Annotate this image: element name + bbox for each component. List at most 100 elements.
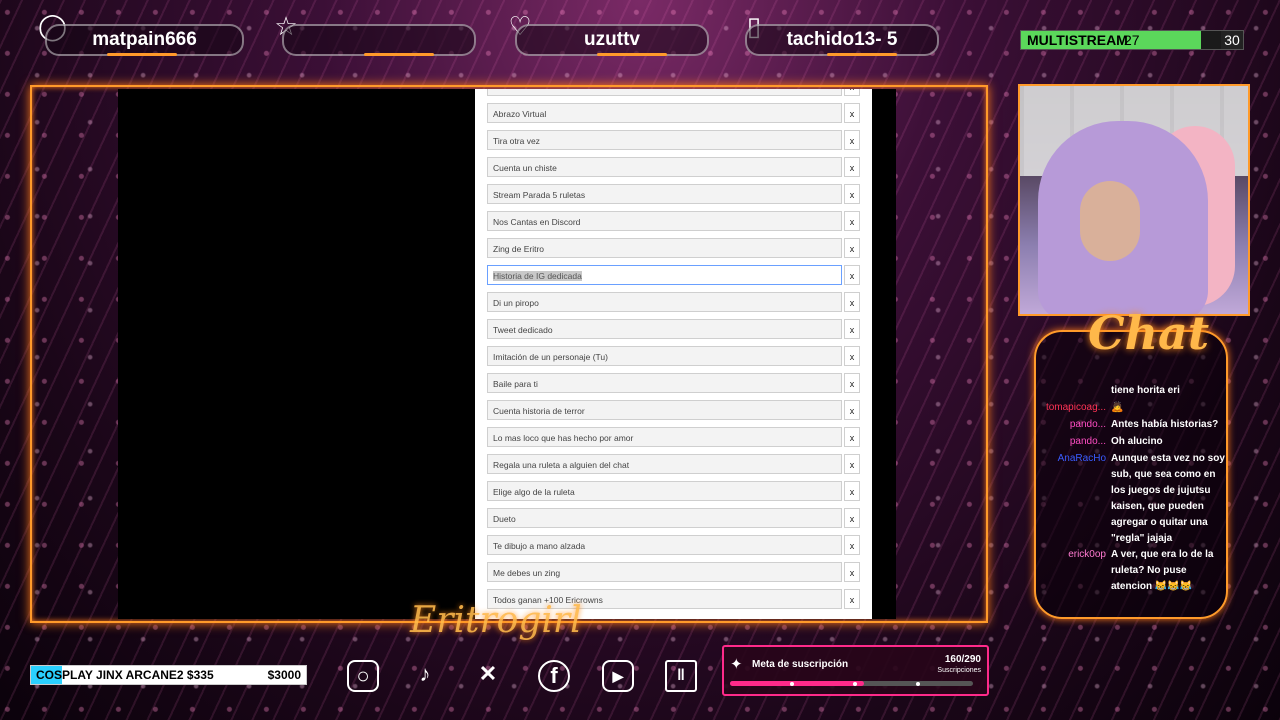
chat-text: Oh alucino (1111, 436, 1163, 447)
chat-username[interactable]: erick0op (1040, 547, 1106, 563)
remove-item-button[interactable]: x (844, 427, 860, 447)
remove-item-button[interactable]: x (844, 508, 860, 528)
roulette-item-field[interactable]: Dueto (487, 508, 842, 528)
roulette-item-field[interactable]: Baile para ti (487, 373, 842, 393)
roulette-item-text: Nos Cantas en Discord (493, 217, 581, 227)
sub-goal-marker (853, 682, 857, 686)
sub-goal-widget: ✦ Meta de suscripción 160/290 Suscripcio… (722, 645, 989, 696)
signature-logo: Eritrogirl (410, 600, 582, 641)
remove-item-button[interactable]: x (844, 319, 860, 339)
roulette-item-field[interactable]: Regala una ruleta a alguien del chat (487, 454, 842, 474)
remove-item-button[interactable]: x (844, 346, 860, 366)
remove-item-button[interactable]: x (844, 184, 860, 204)
donation-goal-target: $3000 (267, 668, 301, 682)
roulette-item-field[interactable]: Zing de Eritro (487, 238, 842, 258)
latest-follower-name: matpain666 (92, 29, 197, 50)
tiktok-icon: ♪ (419, 661, 431, 686)
roulette-item-text: Lo mas loco que has hecho por amor (493, 433, 634, 443)
roulette-item-field[interactable]: Tweet dedicado (487, 319, 842, 339)
remove-item-button[interactable]: x (844, 562, 860, 582)
remove-item-button[interactable]: x (844, 535, 860, 555)
chat-message: tiene horita eri (1040, 383, 1230, 399)
instagram-icon: ○ (347, 660, 379, 692)
roulette-item-field[interactable]: Cuenta historia de terror (487, 400, 842, 420)
remove-item-button[interactable]: x (844, 211, 860, 231)
roulette-item-text: Historia de IG dedicada (493, 271, 582, 281)
roulette-item-field[interactable]: Di un piropo (487, 292, 842, 312)
roulette-item-field[interactable]: Elige algo de la ruleta (487, 481, 842, 501)
roulette-item-row: Abrazo Virtual x (487, 103, 860, 123)
slot-accent (597, 53, 667, 56)
roulette-item-text: Stream Parada 5 ruletas (493, 190, 586, 200)
roulette-item-row: Baile para ti x (487, 373, 860, 393)
remove-item-button[interactable]: x (844, 89, 860, 96)
roulette-item-field[interactable] (487, 89, 842, 96)
roulette-item-field[interactable]: Lo mas loco que has hecho por amor (487, 427, 842, 447)
latest-cheer-name: uzuttv (584, 29, 640, 50)
sub-goal-fill (730, 681, 865, 686)
multistream-label: MULTISTREAM (1027, 32, 1128, 48)
remove-item-button[interactable]: x (844, 265, 860, 285)
roulette-item-field[interactable]: Me debes un zing (487, 562, 842, 582)
roulette-item-field[interactable]: Nos Cantas en Discord (487, 211, 842, 231)
roulette-item-field[interactable]: Te dibujo a mano alzada (487, 535, 842, 555)
remove-item-button[interactable]: x (844, 373, 860, 393)
roulette-item-field[interactable]: Imitación de un personaje (Tu) (487, 346, 842, 366)
chat-username[interactable]: AnaRacHo (1040, 451, 1106, 467)
chat-text: A ver, que era lo de la ruleta? No puse … (1111, 549, 1214, 592)
roulette-item-row: Tira otra vez x (487, 130, 860, 150)
chat-text: Aunque esta vez no soy sub, que sea como… (1111, 453, 1225, 544)
chat-text: 🙇 (1111, 402, 1124, 413)
chat-username[interactable]: tomapicoag... (1040, 400, 1106, 416)
roulette-item-row: Me debes un zing x (487, 562, 860, 582)
slot-accent (364, 53, 434, 56)
remove-item-button[interactable]: x (844, 454, 860, 474)
roulette-item-text: Elige algo de la ruleta (493, 487, 575, 497)
remove-item-button[interactable]: x (844, 103, 860, 123)
sub-goal-track (730, 681, 973, 686)
roulette-item-text: Me debes un zing (493, 568, 561, 578)
roulette-item-row: Cuenta un chiste x (487, 157, 860, 177)
youtube-icon: ▶ (602, 660, 634, 692)
webcam-face (1080, 181, 1140, 261)
remove-item-button[interactable]: x (844, 157, 860, 177)
roulette-item-text: Te dibujo a mano alzada (493, 541, 586, 551)
roulette-item-text: Tweet dedicado (493, 325, 553, 335)
remove-item-button[interactable]: x (844, 238, 860, 258)
roulette-item-field[interactable]: Stream Parada 5 ruletas (487, 184, 842, 204)
roulette-item-row: Elige algo de la ruleta x (487, 481, 860, 501)
chat-username[interactable]: pando... (1040, 434, 1106, 450)
remove-item-button[interactable]: x (844, 400, 860, 420)
latest-cheer-slot: uzuttv (515, 24, 709, 56)
roulette-item-text: Di un piropo (493, 298, 539, 308)
donation-goal-bar: COSPLAY JINX ARCANE2 $335 $3000 (30, 665, 307, 685)
roulette-item-row: Lo mas loco que has hecho por amor x (487, 427, 860, 447)
sub-goal-marker (916, 682, 920, 686)
roulette-item-field[interactable]: Historia de IG dedicada (487, 265, 842, 285)
roulette-item-field[interactable]: Abrazo Virtual (487, 103, 842, 123)
roulette-item-list: x Abrazo VirtualxTira otra vezxCuenta un… (487, 89, 860, 616)
roulette-item-text: Tira otra vez (493, 136, 540, 146)
roulette-item-row: Tweet dedicado x (487, 319, 860, 339)
roulette-item-text: Cuenta historia de terror (493, 406, 585, 416)
remove-item-button[interactable]: x (844, 130, 860, 150)
roulette-item-row: Te dibujo a mano alzada x (487, 535, 860, 555)
remove-item-button[interactable]: x (844, 589, 860, 609)
roulette-item-row: Di un piropo x (487, 292, 860, 312)
chat-title: Chat (1088, 306, 1210, 360)
latest-sub-slot: tachido13- 5 (745, 24, 939, 56)
roulette-item-field[interactable]: Tira otra vez (487, 130, 842, 150)
roulette-item-text: Imitación de un personaje (Tu) (493, 352, 608, 362)
remove-item-button[interactable]: x (844, 292, 860, 312)
chat-message: pando... Antes había historias? (1040, 417, 1230, 433)
remove-item-button[interactable]: x (844, 481, 860, 501)
roulette-item-row: Historia de IG dedicada x (487, 265, 860, 285)
sub-goal-count: 160/290 (944, 654, 981, 665)
top-donor-slot (282, 24, 476, 56)
chat-username[interactable]: pando... (1040, 417, 1106, 433)
x-icon: ✕ (478, 661, 498, 686)
roulette-item-text: Cuenta un chiste (493, 163, 557, 173)
chat-message: pando... Oh alucino (1040, 434, 1230, 450)
roulette-item-field[interactable]: Cuenta un chiste (487, 157, 842, 177)
donation-goal-label: COSPLAY JINX ARCANE2 $335 (36, 668, 214, 682)
